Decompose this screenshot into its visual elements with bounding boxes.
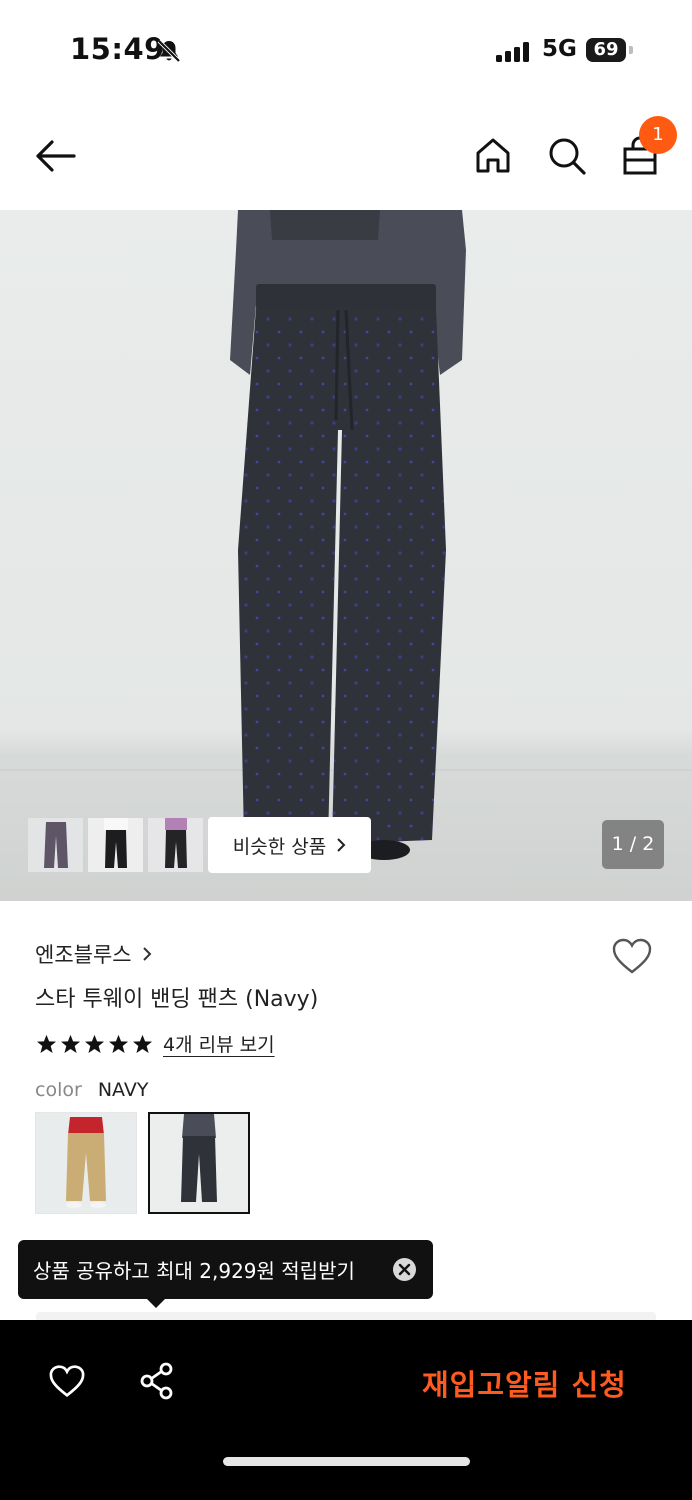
status-bar: 15:49 5G 69 [0,0,692,100]
network-type: 5G [542,36,577,62]
color-swatch-image [150,1114,248,1212]
star-rating [36,1034,153,1054]
chevron-right-icon [142,947,152,961]
star-icon [60,1034,81,1053]
share-icon[interactable] [139,1362,175,1400]
similar-products-label: 비슷한 상품 [232,835,327,858]
top-nav: 1 [0,100,692,210]
color-swatch-navy[interactable] [148,1112,250,1214]
similar-thumbnail-image [148,818,203,872]
tooltip-text: 상품 공유하고 최대 2,929원 적립받기 [33,1259,355,1283]
review-link[interactable]: 4개 리뷰 보기 [163,1030,275,1057]
similar-thumbnail[interactable] [88,818,143,872]
selected-color: NAVY [97,1079,149,1101]
tooltip-arrow [146,1298,166,1308]
battery-indicator: 69 [586,38,626,62]
star-icon [108,1034,129,1053]
product-title: 스타 투웨이 밴딩 팬츠 (Navy) [35,987,319,1012]
search-icon[interactable] [547,136,587,176]
similar-thumbnail[interactable] [148,818,203,872]
color-label: color [35,1079,82,1101]
star-icon [36,1034,57,1053]
product-photo [0,210,692,860]
brand-name: 엔조블루스 [35,943,132,967]
color-selector-label: color NAVY [35,1079,148,1101]
star-icon [84,1034,105,1053]
cart-count-badge: 1 [639,116,677,154]
similar-thumbnail[interactable] [28,818,83,872]
brand-link[interactable]: 엔조블루스 [35,939,152,969]
signal-icon [496,42,529,62]
battery-tip [629,46,633,54]
color-swatch-beige[interactable] [35,1112,137,1214]
chevron-right-icon [337,838,346,852]
color-swatch-image [36,1113,136,1213]
similar-thumbnail-image [28,818,83,872]
rating-row: 4개 리뷰 보기 [36,1030,275,1057]
home-icon[interactable] [474,136,512,174]
bottom-action-bar: 재입고알림 신청 [0,1320,692,1500]
product-image[interactable]: 비슷한 상품 1 / 2 [0,210,692,901]
image-counter: 1 / 2 [602,820,664,869]
heart-icon[interactable] [611,937,653,975]
heart-icon[interactable] [48,1364,86,1398]
restock-alert-button[interactable]: 재입고알림 신청 [422,1362,627,1404]
share-reward-tooltip: 상품 공유하고 최대 2,929원 적립받기 [18,1240,433,1299]
home-indicator [223,1457,470,1466]
back-arrow-icon[interactable] [34,138,78,174]
close-icon[interactable] [393,1258,416,1281]
status-time: 15:49 [70,32,165,66]
similar-thumbnail-image [88,818,143,872]
similar-products-button[interactable]: 비슷한 상품 [208,817,371,873]
bell-slash-icon [157,39,181,63]
star-icon [132,1034,153,1053]
